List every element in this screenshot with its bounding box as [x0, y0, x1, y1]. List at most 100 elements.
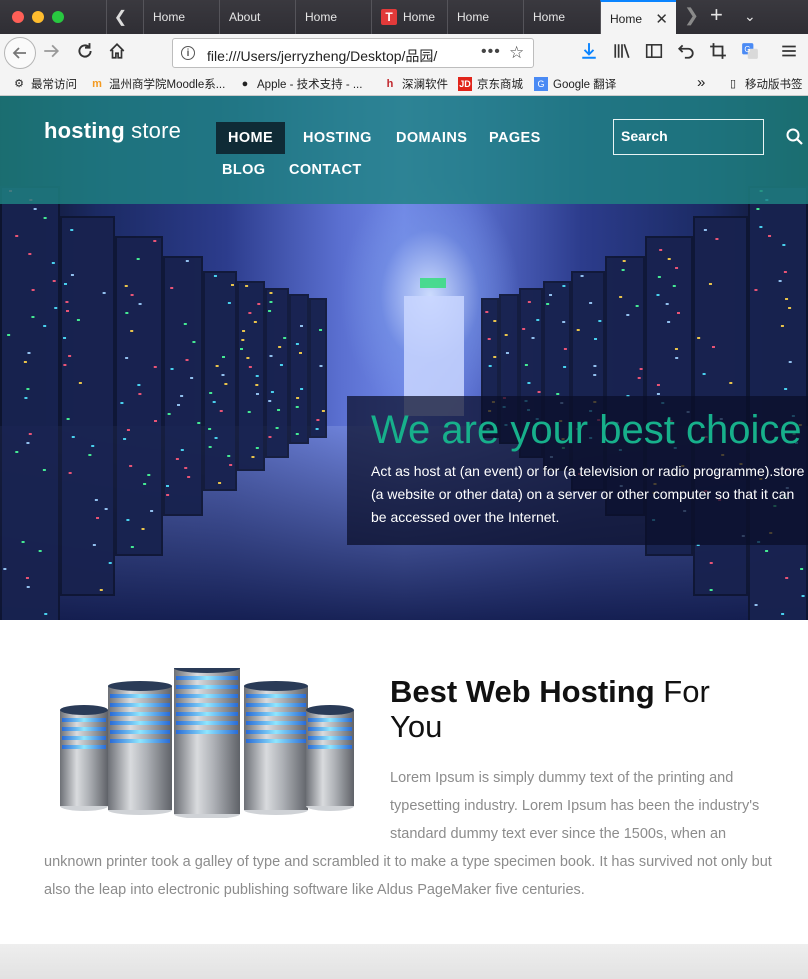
next-section-strip	[0, 944, 808, 979]
browser-tab[interactable]: Home	[523, 0, 600, 34]
search-input[interactable]: Search	[613, 119, 764, 155]
google-translate-icon: G	[534, 77, 548, 91]
site-header: hosting store HOME HOSTING DOMAINS PAGES…	[0, 96, 808, 204]
browser-tab[interactable]: Home	[295, 0, 371, 34]
jd-icon: JD	[458, 77, 472, 91]
home-icon	[109, 43, 125, 59]
menu-button[interactable]	[780, 42, 798, 60]
undo-close-tab-button[interactable]	[677, 42, 695, 60]
srun-icon: h	[386, 78, 394, 90]
tab-label: Home	[533, 10, 566, 24]
browser-tab[interactable]: T Home	[371, 0, 447, 34]
translate-icon: G	[742, 43, 758, 59]
mobile-icon: ▯	[729, 78, 737, 90]
minimize-window-button[interactable]	[32, 11, 44, 23]
library-icon	[614, 43, 630, 59]
new-tab-icon[interactable]: +	[710, 2, 723, 28]
about-paragraph: Lorem Ipsum is simply dummy text of the …	[390, 770, 760, 842]
address-url[interactable]: file:///Users/jerryzheng/Desktop/品园/	[207, 46, 447, 66]
site-logo[interactable]: hosting store	[44, 118, 181, 144]
bookmark-item[interactable]: JD 京东商城	[458, 76, 523, 92]
download-icon	[582, 43, 596, 59]
address-bar[interactable]: i file:///Users/jerryzheng/Desktop/品园/ •…	[172, 38, 534, 68]
tab-label: About	[229, 10, 261, 24]
tab-label: Home	[153, 10, 186, 24]
site-info-icon[interactable]: i	[181, 46, 195, 60]
about-heading-bold: Best Web Hosting	[390, 674, 655, 709]
arrow-left-icon	[12, 47, 26, 59]
browser-tab[interactable]: Home	[447, 0, 523, 34]
nav-home[interactable]: HOME	[216, 122, 286, 154]
gear-icon: ⚙	[14, 78, 24, 90]
browser-tab-active[interactable]: Home ✕	[600, 0, 676, 35]
chevron-down-icon[interactable]: ⌄	[744, 8, 756, 25]
reload-icon	[78, 43, 92, 58]
downloads-button[interactable]	[580, 42, 598, 60]
nav-blog[interactable]: BLOG	[210, 154, 278, 186]
about-paragraph-continued: unknown printer took a galley of type an…	[44, 854, 772, 898]
bookmark-item[interactable]: ⚙ 最常访问	[12, 76, 77, 92]
tab-scroll-right-icon[interactable]: ❯	[684, 5, 699, 26]
page-actions-icon[interactable]: •••	[481, 43, 501, 61]
bookmark-label: Apple - 技术支持 - ...	[257, 79, 363, 91]
reload-button[interactable]	[76, 42, 94, 60]
nav-domains[interactable]: DOMAINS	[384, 122, 479, 154]
tab-label: Home	[305, 10, 338, 24]
browser-tab[interactable]: About	[219, 0, 295, 34]
search-icon[interactable]	[786, 128, 804, 146]
tab-scroll-left-icon[interactable]: ❮	[106, 0, 134, 34]
bookmark-item[interactable]: ▯ 移动版书签	[726, 76, 803, 92]
hero-caption: We are your best choice Act as host at (…	[347, 396, 808, 545]
home-button[interactable]	[108, 42, 126, 60]
bookmark-label: Google 翻译	[553, 79, 617, 91]
crop-icon	[710, 43, 726, 59]
about-section: Best Web Hosting For You Lorem Ipsum is …	[0, 620, 808, 944]
bookmark-item[interactable]: G Google 翻译	[534, 76, 616, 92]
hamburger-icon	[782, 45, 796, 57]
hero-banner: hosting store HOME HOSTING DOMAINS PAGES…	[0, 96, 808, 620]
bookmark-item[interactable]: ● Apple - 技术支持 - ...	[238, 76, 363, 92]
browser-tab[interactable]: Home	[143, 0, 219, 34]
svg-text:G: G	[744, 45, 750, 54]
bookmark-item[interactable]: m 温州商学院Moodle系...	[90, 76, 225, 92]
close-tab-icon[interactable]: ✕	[655, 10, 668, 28]
logo-bold: hosting	[44, 118, 125, 143]
bookmark-label: 最常访问	[31, 79, 77, 91]
bookmark-label: 温州商学院Moodle系...	[109, 79, 226, 91]
apple-icon: ●	[241, 78, 249, 90]
logo-rest: store	[124, 118, 182, 143]
forward-button[interactable]	[42, 42, 60, 60]
tab-label: Home	[403, 10, 436, 24]
servers-illustration	[60, 668, 354, 818]
bookmark-item[interactable]: h 深澜软件	[383, 76, 448, 92]
bookmarks-toolbar: ⚙ 最常访问 m 温州商学院Moodle系... ● Apple - 技术支持 …	[0, 72, 808, 96]
translate-button[interactable]: G	[741, 42, 759, 60]
bookmark-label: 京东商城	[477, 79, 523, 91]
browser-nav-bar: i file:///Users/jerryzheng/Desktop/品园/ •…	[0, 34, 808, 72]
arrow-right-icon	[44, 44, 60, 58]
close-window-button[interactable]	[12, 11, 24, 23]
nav-pages[interactable]: PAGES	[477, 122, 553, 154]
bookmarks-overflow-button[interactable]: »	[697, 74, 705, 91]
browser-tab-bar: ❮ Home About Home T Home Home Home Home …	[0, 0, 808, 35]
bookmark-star-icon[interactable]: ☆	[509, 43, 524, 63]
hero-title: We are your best choice	[371, 408, 802, 452]
moodle-icon: m	[92, 78, 102, 90]
bookmark-label: 深澜软件	[402, 79, 448, 91]
nav-contact[interactable]: CONTACT	[277, 154, 374, 186]
bookmark-label: 移动版书签	[745, 79, 803, 91]
tab-label: Home	[610, 11, 643, 26]
about-heading: Best Web Hosting For You	[390, 674, 770, 744]
sidebar-icon	[645, 44, 663, 58]
screenshot-button[interactable]	[709, 42, 727, 60]
chevron-double-right-icon: »	[697, 74, 706, 91]
sidebar-button[interactable]	[645, 42, 663, 60]
hero-text: Act as host at (an event) or for (a tele…	[371, 463, 805, 525]
library-button[interactable]	[613, 42, 631, 60]
back-button[interactable]	[4, 37, 36, 69]
tab-label: Home	[457, 10, 490, 24]
zoom-window-button[interactable]	[52, 11, 64, 23]
nav-hosting[interactable]: HOSTING	[291, 122, 384, 154]
site-favicon-icon: T	[381, 9, 397, 25]
undo-icon	[677, 44, 694, 59]
